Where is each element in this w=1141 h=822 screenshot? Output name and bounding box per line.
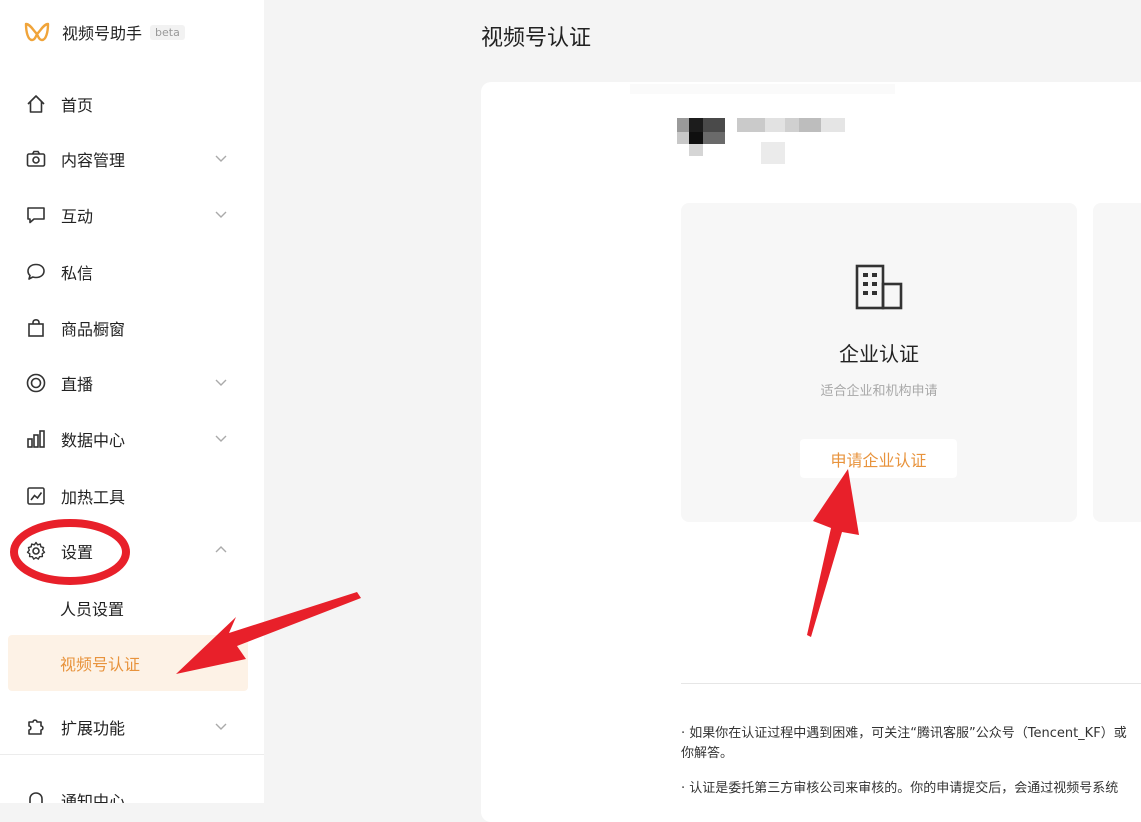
help-note-line: · 如果你在认证过程中遇到困难，可关注“腾讯客服”公众号（Tencent_KF）… [681,726,1127,741]
sidebar-item-label: 数据中心 [61,431,126,450]
chevron-down-icon [215,211,227,218]
sidebar-item-label: 内容管理 [61,151,126,170]
building-icon [855,264,903,310]
brand-name: 视频号助手 [62,24,143,43]
sidebar-item-shop[interactable]: 商品橱窗 [12,305,248,351]
sidebar-divider [0,754,264,755]
bell-icon [25,789,47,803]
sidebar-item-label: 直播 [61,375,94,394]
option-title: 企业认证 [839,342,919,366]
sidebar-item-home[interactable]: 首页 [12,81,248,127]
apply-enterprise-verification-button[interactable]: 申请企业认证 [800,439,957,478]
chevron-down-icon [215,435,227,442]
sidebar-item-content[interactable]: 内容管理 [12,136,248,182]
beta-badge: beta [150,24,185,40]
brand[interactable]: 视频号助手 beta [24,18,185,46]
help-note-line: 你解答。 [681,746,734,761]
sidebar-item-promote[interactable]: 加热工具 [12,473,248,519]
sidebar-subitem-label: 视频号认证 [60,655,141,674]
personal-verification-card [1093,203,1141,522]
sidebar: 视频号助手 beta 首页 内容管理 互动 私信 商品橱窗 直播 数据中心 加热… [0,0,264,803]
sidebar-item-label: 扩展功能 [61,719,126,738]
sidebar-subitem-label: 人员设置 [60,600,125,619]
sidebar-item-live[interactable]: 直播 [12,360,248,406]
sidebar-item-settings[interactable]: 设置 [12,528,248,574]
sidebar-item-label: 设置 [61,543,94,562]
sidebar-item-interaction[interactable]: 互动 [12,192,248,238]
sidebar-item-label: 私信 [61,264,94,283]
sidebar-item-notifications[interactable]: 通知中心 [12,777,248,803]
sidebar-item-data[interactable]: 数据中心 [12,416,248,462]
channels-logo-icon [24,22,50,42]
bar-chart-icon [25,428,47,450]
camera-icon [25,148,47,170]
puzzle-icon [25,716,47,738]
help-note-line: · 认证是委托第三方审核公司来审核的。你的申请提交后，会通过视频号系统 [681,781,1119,796]
chevron-down-icon [215,155,227,162]
sidebar-item-extensions[interactable]: 扩展功能 [12,704,248,750]
content-divider [681,683,1141,684]
sidebar-item-label: 商品橱窗 [61,320,126,339]
page-title: 视频号认证 [481,26,592,51]
chevron-up-icon [215,546,227,553]
sidebar-subitem-verification[interactable]: 视频号认证 [8,635,248,691]
sidebar-item-label: 互动 [61,207,94,226]
sidebar-item-label: 首页 [61,96,94,115]
gear-icon [25,540,47,562]
chevron-down-icon [215,723,227,730]
trend-chart-icon [25,485,47,507]
chevron-down-icon [215,379,227,386]
sidebar-item-messages[interactable]: 私信 [12,249,248,295]
sidebar-subitem-members[interactable]: 人员设置 [8,580,248,636]
sidebar-item-label: 通知中心 [61,792,126,803]
comment-icon [25,204,47,226]
live-icon [25,372,47,394]
home-icon [25,93,47,115]
shopping-bag-icon [25,317,47,339]
option-subtitle: 适合企业和机构申请 [820,384,938,399]
sidebar-item-label: 加热工具 [61,488,126,507]
chat-bubble-icon [25,261,47,283]
